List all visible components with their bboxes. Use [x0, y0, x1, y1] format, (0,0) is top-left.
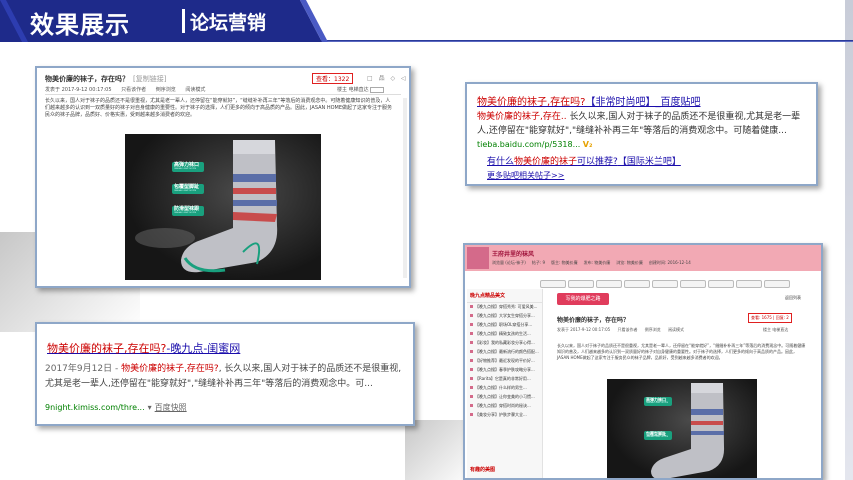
result-title-link[interactable]: 物美价廉的袜子,存在吗?-晚九点-闺蜜网 [47, 340, 240, 356]
result-url[interactable]: 9night.kimiss.com/thre... ▾ 百度快照 [45, 402, 187, 413]
only-author-link[interactable]: 只看该作者 [121, 87, 146, 93]
floor-label: 楼主 [337, 87, 348, 93]
post-date: 发表于 2017-9-12 00:17:05 [45, 87, 112, 93]
result-url[interactable]: tieba.baidu.com/p/5318... V₂ [477, 140, 593, 149]
post-body: 长久以来，国人对于袜子的品质还不是很重视，尤其是老一辈人，还停留在“能穿就好”，… [557, 343, 806, 360]
view-count-badge: 查看：1322 [312, 73, 354, 84]
board-tab[interactable] [736, 280, 762, 288]
sock-feature-label-2: 包覆型脚趾 CASUAL LIGHT SOCKS [172, 184, 204, 194]
more-posts-link[interactable]: 更多贴吧相关帖子>> [487, 170, 564, 181]
night-search-result-panel: 物美价廉的袜子,存在吗?-晚九点-闺蜜网 2017年9月12日 - 物美价廉的袜… [35, 322, 415, 426]
sock-illustration [135, 140, 278, 273]
board-tab[interactable] [624, 280, 650, 288]
result-title-link[interactable]: 物美价廉的袜子,存在吗?【非常时尚吧】_百度贴吧 [477, 93, 701, 108]
article-toolbar[interactable]: □ 品 ◇ ◁ [367, 73, 408, 82]
post-title[interactable]: 物美价廉的袜子，存在吗？ [557, 315, 629, 324]
sock-product-image: 高弹力袜口 CASUAL LIGHT SOCKS 包覆型脚趾 CASUAL LIGH… [607, 379, 757, 478]
board-tab[interactable] [680, 280, 706, 288]
view-count-badge: 查看: 1675 | 回复: 2 [748, 313, 792, 323]
list-item[interactable]: 【晚九点搜】大学女生穿搭分享... [467, 312, 542, 321]
article-meta: 发表于 2017-9-12 00:17:05 只看该作者 倒序浏览 阅读模式 [45, 86, 213, 93]
board-name: 王府井里的袜风 [492, 251, 535, 258]
scrollbar[interactable] [403, 98, 407, 278]
post-meta-right: 楼主 电梯直达 [763, 327, 788, 333]
board-tabs [540, 273, 792, 288]
related-post-link[interactable]: 有什么物美价廉的袜子可以推荐?【国际米兰吧】 [487, 154, 681, 167]
list-item[interactable]: 【晚九点搜】穿搭时尚的秘诀... [467, 402, 542, 411]
list-item[interactable]: 【晚九点搜】什么样的男生... [467, 384, 542, 393]
article-body: 长久以来，国人对于袜子的品质还不是很重视，尤其是老一辈人，还停留在“能穿就好”，… [45, 98, 392, 118]
list-item[interactable]: 【晚九点搜】职场OL穿搭分享... [467, 321, 542, 330]
sock-illustration [651, 383, 725, 478]
board-logo [467, 247, 489, 269]
forum-page-panel: 王府井里的袜风 浏览量 (论坛-袜子) 帖子: 9 版主: 物美价廉 发布: 物美价廉… [463, 243, 823, 480]
list-item[interactable]: 【彩妆】我的私藏彩妆分享心得... [467, 339, 542, 348]
sock-feature-label-1: 高弹力袜口 CASUAL LIGHT SOCKS [644, 397, 672, 406]
banner-subtitle: 论坛营销 [190, 12, 267, 34]
back-to-list-link[interactable]: 返回列表 [785, 295, 801, 301]
new-post-button[interactable]: 写我的爆肥之路 [557, 293, 609, 305]
header-rule-thin [320, 41, 853, 42]
reverse-order-link[interactable]: 倒序浏览 [645, 327, 661, 332]
banner-separator [182, 9, 185, 33]
baidu-search-result-panel: 物美价廉的袜子,存在吗?【非常时尚吧】_百度贴吧 物美价廉的袜子,存在.. 长久… [465, 82, 818, 186]
list-item[interactable]: 【晚九点搜】穿搭秀秀: 可爱风美... [467, 303, 542, 312]
sidebar-footer-title[interactable]: 有趣的美图 [467, 463, 498, 476]
elevator-link[interactable]: 电梯直达 [772, 327, 788, 332]
read-mode-link[interactable]: 阅读模式 [185, 87, 205, 93]
board-banner: 王府井里的袜风 浏览量 (论坛-袜子) 帖子: 9 版主: 物美价廉 发布: 物美价廉… [465, 245, 821, 271]
board-tab[interactable] [596, 280, 622, 288]
list-item[interactable]: 【晚九点搜】精致女孩的生活... [467, 330, 542, 339]
snapshot-link[interactable]: 百度快照 [155, 403, 187, 412]
list-item[interactable]: 【晚九点搜】最新流行的颜色搭配... [467, 348, 542, 357]
copy-link[interactable]: [复制链接] [133, 75, 166, 83]
board-tab[interactable] [764, 280, 790, 288]
article-title[interactable]: 物美价廉的袜子，存在吗？ [复制链接] [45, 74, 166, 84]
meta-divider [45, 94, 401, 95]
banner-title: 效果展示 [30, 11, 130, 39]
board-tab[interactable] [652, 280, 678, 288]
board-info: 浏览量 (论坛-袜子) 帖子: 9 版主: 物美价廉 发布: 物美价廉 浏览: 物美价廉… [492, 260, 691, 265]
board-tab[interactable] [708, 280, 734, 288]
read-mode-link[interactable]: 阅读模式 [668, 327, 684, 332]
floor-label: 楼主 [763, 327, 771, 332]
post-meta: 发表于 2017-9-12 00:17:05 只看该作者 倒序浏览 阅读模式 [557, 327, 690, 333]
list-item[interactable]: 【晚九点搜】春季护肤攻略分享... [467, 366, 542, 375]
list-item[interactable]: 【美妆分享】护肤步骤大全... [467, 411, 542, 420]
only-author-link[interactable]: 只看该作者 [618, 327, 638, 332]
header-banner: 效果展示 论坛营销 [0, 0, 330, 42]
forum-article-panel: 物美价廉的袜子，存在吗？ [复制链接] 查看：1322 □ 品 ◇ ◁ 发表于 2… [35, 66, 411, 288]
elevator-link[interactable]: 电梯直达 [349, 87, 369, 93]
sock-product-image: 高弹力袜口 CASUAL LIGHT SOCKS 包覆型脚趾 CASUAL LIGH… [125, 134, 321, 280]
sock-feature-label-3: 防滑型袜跟 CASUAL LIGHT SOCKS [172, 206, 204, 216]
result-description: 2017年9月12日 - 物美价廉的袜子,存在吗?, 长久以来,国人对于袜子的品… [45, 364, 402, 389]
article-meta-right: 楼主 电梯直达 [337, 86, 385, 93]
chevron-down-icon[interactable]: ▾ [148, 403, 152, 412]
post-date: 发表于 2017-9-12 00:17:05 [557, 327, 611, 332]
sock-feature-label-2: 包覆型脚趾 CASUAL LIGHT SOCKS [644, 431, 672, 440]
board-tab[interactable] [568, 280, 594, 288]
board-tab[interactable] [540, 280, 566, 288]
result-description: 物美价廉的袜子,存在.. 长久以来,国人对于袜子的品质还不是很重视,尤其是老一辈… [477, 112, 801, 136]
sock-feature-label-1: 高弹力袜口 CASUAL LIGHT SOCKS [172, 162, 204, 172]
list-item[interactable]: 【晚九点搜】让你变美的小习惯... [467, 393, 542, 402]
list-item[interactable]: 【好物推荐】最近发现的平价好... [467, 357, 542, 366]
right-edge-strip [845, 0, 853, 480]
hot-articles-sidebar: 晚九点精品美文 【晚九点搜】穿搭秀秀: 可爱风美... 【晚九点搜】大学女生穿搭… [467, 289, 543, 478]
floor-input[interactable] [370, 86, 385, 93]
reverse-order-link[interactable]: 倒序浏览 [156, 87, 176, 93]
verified-badge: V₂ [582, 140, 593, 149]
sidebar-title: 晚九点精品美文 [467, 289, 542, 303]
list-item[interactable]: 【Rarita】它是真的非常好用... [467, 375, 542, 384]
